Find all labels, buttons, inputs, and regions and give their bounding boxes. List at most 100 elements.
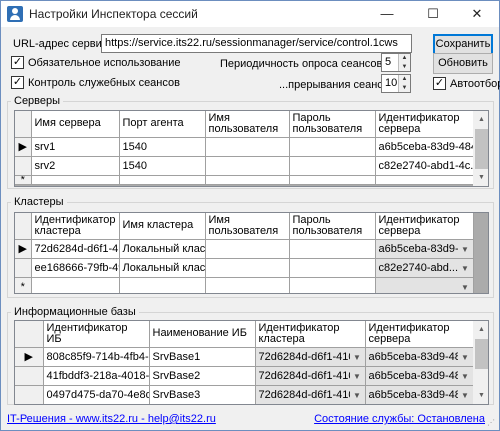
server-id-combo[interactable]: c82e2740-abd... ▼ [375,258,474,278]
interrupt-spinner[interactable]: ▲ ▼ [398,75,410,92]
chevron-down-icon[interactable]: ▼ [457,385,472,403]
column-header[interactable]: Имя кластера [119,213,206,240]
server-id-cell[interactable]: c82e2740-abd1-4c... [375,156,474,176]
chevron-down-icon[interactable]: ▼ [349,366,364,384]
password-cell[interactable] [289,156,376,176]
cluster-id-combo[interactable]: 72d6284d-d6f1-410... ▼ [255,347,366,367]
infobase-id-cell[interactable]: 0497d475-da70-4e8d-9... [43,385,150,404]
infobases-grid[interactable]: Идентификатор ИБ Наименование ИБ Идентиф… [14,320,489,405]
resize-grip-icon[interactable]: ⋰ [487,418,497,428]
server-id-cell[interactable]: a6b5ceba-83d9-484... [375,137,474,157]
new-row[interactable]: * ▼ [15,277,474,293]
chevron-down-icon[interactable]: ▼ [349,385,364,403]
servers-vscrollbar[interactable]: ▲ ▼ [473,111,488,186]
current-row-icon[interactable]: ▶ [15,137,32,157]
service-state-link[interactable]: Состояние службы: Остановлена [314,413,485,425]
current-row-icon[interactable]: ▶ [15,347,44,367]
column-header[interactable]: Идентификатор ИБ [43,321,150,348]
website-link[interactable]: IT-Решения - www.its22.ru - help@its22.r… [7,413,216,425]
column-header[interactable]: Имя пользователя [205,111,290,138]
scroll-thumb[interactable] [475,339,488,369]
chevron-down-icon[interactable]: ▼ [457,347,472,365]
maximize-button[interactable]: ☐ [411,1,455,27]
column-header[interactable]: Пароль пользователя [289,213,376,240]
scroll-up-icon[interactable]: ▲ [473,321,488,338]
clusters-grid[interactable]: Идентификатор кластера Имя кластера Имя … [14,212,489,294]
scroll-up-icon[interactable]: ▲ [473,111,488,128]
column-header[interactable]: Наименование ИБ [149,321,256,348]
current-row-icon[interactable]: ▶ [15,239,32,259]
cluster-name-cell[interactable]: Локальный класт... [119,239,206,259]
service-sessions-checkbox[interactable]: ✓ [11,76,24,89]
table-row[interactable]: 41fbddf3-218a-4018-af1... SrvBase2 72d62… [15,366,474,386]
minimize-button[interactable]: — [365,1,409,27]
chevron-down-icon[interactable]: ▼ [457,258,472,276]
table-row[interactable]: 0497d475-da70-4e8d-9... SrvBase3 72d6284… [15,385,474,404]
table-row[interactable]: ▶ srv1 1540 a6b5ceba-83d9-484... [15,137,474,157]
spin-up-icon[interactable]: ▲ [399,54,410,63]
new-row-marker[interactable]: * [15,175,32,185]
server-id-combo[interactable]: a6b5ceba-83d9-484...▼ [375,239,474,259]
table-row[interactable]: ▶ 72d6284d-d6f1-410... Локальный класт..… [15,239,474,259]
column-header[interactable]: Идентификатор сервера [375,111,474,138]
servers-grid[interactable]: Имя сервера Порт агента Имя пользователя… [14,110,489,187]
close-button[interactable]: ✕ [455,1,499,27]
agent-port-cell[interactable]: 1540 [119,137,206,157]
scroll-down-icon[interactable]: ▼ [473,169,488,186]
spin-up-icon[interactable]: ▲ [399,75,410,84]
infobases-vscrollbar[interactable]: ▲ ▼ [473,321,488,404]
table-row[interactable]: srv2 1540 c82e2740-abd1-4c... [15,156,474,176]
infobase-name-cell[interactable]: SrvBase3 [149,385,256,404]
cluster-id-cell[interactable]: ee168666-79fb-49... [31,258,120,278]
user-name-cell[interactable] [205,239,290,259]
table-row[interactable]: ee168666-79fb-49... Локальный класт... c… [15,258,474,278]
server-id-combo[interactable]: a6b5ceba-83d9-484...▼ [365,366,474,386]
poll-input[interactable]: 5 ▲ ▼ [381,53,411,72]
infobase-id-cell[interactable]: 808c85f9-714b-4fb4-a3... [43,347,150,367]
scroll-down-icon[interactable]: ▼ [473,387,488,404]
cluster-id-cell[interactable]: 72d6284d-d6f1-410... [31,239,120,259]
row-header[interactable] [15,366,44,386]
table-row[interactable]: ▶ 808c85f9-714b-4fb4-a3... SrvBase1 72d6… [15,347,474,367]
new-row[interactable]: * [15,175,474,185]
url-input[interactable]: https://service.its22.ru/sessionmanager/… [101,34,412,53]
password-cell[interactable] [289,239,376,259]
chevron-down-icon[interactable]: ▼ [457,239,472,257]
spin-down-icon[interactable]: ▼ [399,84,410,93]
row-header[interactable] [15,258,32,278]
column-header[interactable]: Пароль пользователя [289,111,376,138]
cluster-name-cell[interactable]: Локальный класт... [119,258,206,278]
infobase-id-cell[interactable]: 41fbddf3-218a-4018-af1... [43,366,150,386]
password-cell[interactable] [289,258,376,278]
column-header[interactable]: Идентификатор кластера [255,321,366,348]
column-header[interactable]: Имя пользователя [205,213,290,240]
column-header[interactable]: Идентификатор кластера [31,213,120,240]
row-header[interactable] [15,156,32,176]
spin-down-icon[interactable]: ▼ [399,63,410,72]
server-id-combo[interactable]: a6b5ceba-83d9-484...▼ [365,385,474,404]
autoselect-checkbox[interactable]: ✓ [433,77,446,90]
server-id-combo[interactable]: ▼ [375,277,474,293]
user-name-cell[interactable] [205,137,290,157]
new-row-marker[interactable]: * [15,277,32,293]
user-name-cell[interactable] [205,156,290,176]
infobase-name-cell[interactable]: SrvBase2 [149,366,256,386]
server-name-cell[interactable]: srv2 [31,156,120,176]
infobase-name-cell[interactable]: SrvBase1 [149,347,256,367]
chevron-down-icon[interactable]: ▼ [349,347,364,365]
save-button[interactable]: Сохранить [433,34,493,55]
cluster-id-combo[interactable]: 72d6284d-d6f1-410... ▼ [255,366,366,386]
poll-spinner[interactable]: ▲ ▼ [398,54,410,71]
column-header[interactable]: Идентификатор сервера [375,213,474,240]
agent-port-cell[interactable]: 1540 [119,156,206,176]
mandatory-checkbox[interactable]: ✓ [11,56,24,69]
column-header[interactable]: Порт агента [119,111,206,138]
title-bar[interactable]: Настройки Инспектора сессий — ☐ ✕ [1,1,499,27]
row-header[interactable] [15,385,44,404]
chevron-down-icon[interactable]: ▼ [457,366,472,384]
column-header[interactable]: Идентификатор сервера [365,321,474,348]
interrupt-input[interactable]: 10 ▲ ▼ [381,74,411,93]
password-cell[interactable] [289,137,376,157]
scroll-thumb[interactable] [475,129,488,169]
server-id-combo[interactable]: a6b5ceba-83d9-484...▼ [365,347,474,367]
